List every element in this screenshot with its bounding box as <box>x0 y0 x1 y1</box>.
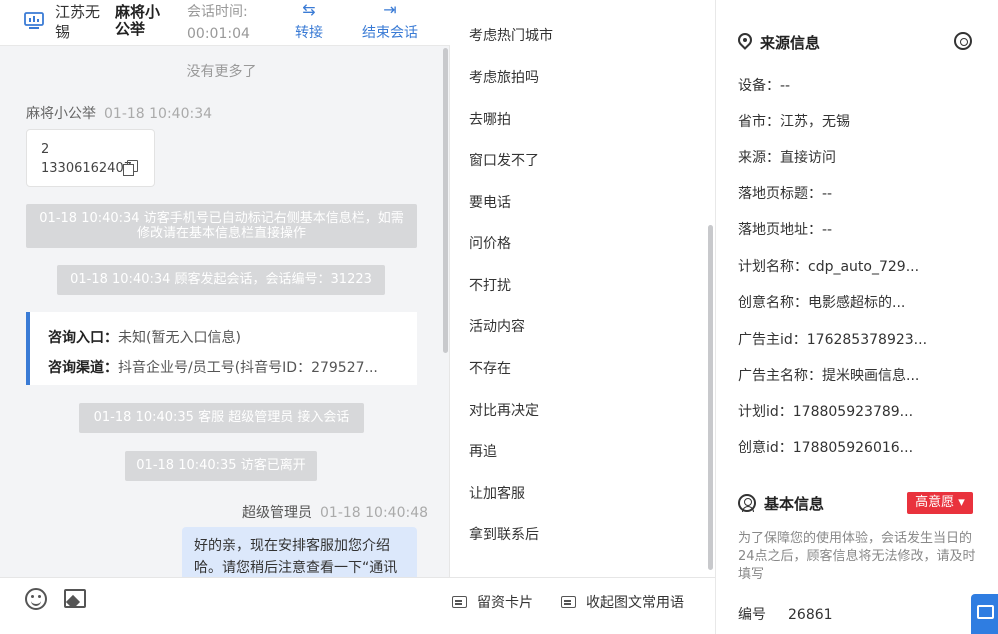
source-field: 计划名称：cdp_auto_729... <box>738 259 920 275</box>
source-field: 省市：江苏，无锡 <box>738 114 850 130</box>
quick-reply-item[interactable]: 活动内容 <box>469 316 525 336</box>
consult-channel-value: 抖音企业号/员工号(抖音号ID：279527... <box>118 360 378 376</box>
customer-info-panel: 来源信息 设备：-- 省市：江苏，无锡 来源：直接访问 落地页标题：-- 落地页… <box>715 0 998 634</box>
visitor-city: 江苏无锡 <box>55 3 101 41</box>
message-list[interactable]: 没有更多了 麻将小公举 01-18 10:40:34 2 13306162407 … <box>0 46 450 577</box>
agent-message-header: 超级管理员 01-18 10:40:48 <box>242 502 428 522</box>
input-toolbar: 留资卡片 收起图文常用语 <box>0 577 715 634</box>
customer-id-label: 编号 <box>738 607 766 623</box>
source-field: 设备：-- <box>738 78 791 94</box>
system-notice: 01-18 10:40:35 客服 超级管理员 接入会话 <box>79 403 364 433</box>
card-icon <box>452 596 467 608</box>
visitor-message-bubble: 2 13306162407 <box>26 129 155 187</box>
source-field: 来源：直接访问 <box>738 150 836 166</box>
customer-id-value: 26861 <box>788 607 833 623</box>
quick-reply-item[interactable]: 不打扰 <box>469 275 511 295</box>
floating-chat-button[interactable] <box>971 594 998 634</box>
basic-info-title-text: 基本信息 <box>764 495 825 513</box>
quick-reply-item[interactable]: 考虑旅拍吗 <box>469 67 539 87</box>
exit-icon: ⇥ <box>383 0 397 19</box>
chat-header: 江苏无锡 麻将小公举 会话时间: 00:01:04 ⇆ 转接 ⇥ 结束会话 <box>0 0 450 46</box>
system-notice: 01-18 10:40:34 顾客发起会话，会话编号：31223 <box>57 265 385 295</box>
basic-info-title: 基本信息 <box>738 493 824 514</box>
session-time-value: 00:01:04 <box>187 26 250 42</box>
message-line: 2 <box>41 142 50 157</box>
source-info-title-text: 来源信息 <box>760 34 821 52</box>
end-session-button[interactable]: ⇥ 结束会话 <box>358 0 422 44</box>
quick-reply-item[interactable]: 不存在 <box>469 358 511 378</box>
quick-reply-item[interactable]: 考虑热门城市 <box>469 25 553 45</box>
source-field: 广告主id：176285378923... <box>738 332 928 348</box>
system-notice: 01-18 10:40:34 访客手机号已自动标记右侧基本信息栏，如需修改请在基… <box>26 204 417 248</box>
consult-entry-label: 咨询入口： <box>48 330 118 346</box>
quick-reply-panel: 考虑热门城市 考虑旅拍吗 去哪拍 窗口发不了 要电话 问价格 不打扰 活动内容 … <box>451 0 715 577</box>
caret-down-icon: ▾ <box>954 495 965 510</box>
collapse-phrases-label: 收起图文常用语 <box>586 595 684 611</box>
system-notice: 01-18 10:40:35 访客已离开 <box>125 451 317 481</box>
quick-reply-item[interactable]: 让加客服 <box>469 483 525 503</box>
intent-badge-label: 高意愿 <box>915 495 955 510</box>
emoji-icon[interactable] <box>25 588 47 610</box>
consult-channel-row: 咨询渠道：抖音企业号/员工号(抖音号ID：279527... <box>48 353 417 383</box>
source-field: 落地页标题：-- <box>738 186 833 202</box>
quick-reply-item[interactable]: 窗口发不了 <box>469 150 539 170</box>
quick-reply-item[interactable]: 对比再决定 <box>469 400 539 420</box>
consult-info-card: 咨询入口：未知(暂无入口信息) 咨询渠道：抖音企业号/员工号(抖音号ID：279… <box>26 312 417 385</box>
chat-panel: 江苏无锡 麻将小公举 会话时间: 00:01:04 ⇆ 转接 ⇥ 结束会话 没有… <box>0 0 450 634</box>
quick-reply-scrollbar[interactable] <box>708 225 713 570</box>
visitor-message-time: 01-18 10:40:34 <box>104 106 213 122</box>
end-session-label: 结束会话 <box>362 25 418 41</box>
quick-reply-item[interactable]: 问价格 <box>469 233 511 253</box>
source-field: 广告主名称：提米映画信息... <box>738 368 920 384</box>
session-time-label: 会话时间: <box>187 4 248 20</box>
transfer-icon: ⇆ <box>302 0 316 19</box>
quick-reply-item[interactable]: 再追 <box>469 441 497 461</box>
source-field: 计划id：178805923789... <box>738 404 914 420</box>
quick-reply-item[interactable]: 要电话 <box>469 192 511 212</box>
consult-channel-label: 咨询渠道： <box>48 360 118 376</box>
transfer-label: 转接 <box>295 25 323 41</box>
target-icon[interactable] <box>954 32 972 50</box>
visitor-message-header: 麻将小公举 01-18 10:40:34 <box>26 103 212 123</box>
edit-tip: 为了保障您的使用体验，会话发生当日的24点之后，顾客信息将无法修改，请及时填写 <box>738 531 976 582</box>
consult-entry-row: 咨询入口：未知(暂无入口信息) <box>48 323 417 353</box>
message-icon <box>561 596 576 608</box>
source-field: 创意名称：电影感超标的... <box>738 295 906 311</box>
lead-card-button[interactable]: 留资卡片 <box>452 592 533 612</box>
no-more-text: 没有更多了 <box>186 64 257 80</box>
user-icon <box>738 494 756 512</box>
copy-icon[interactable] <box>123 160 138 176</box>
visitor-name: 麻将小公举 <box>115 3 161 38</box>
intent-badge-dropdown[interactable]: 高意愿 ▾ <box>907 492 973 514</box>
agent-message-bubble: 好的亲，现在安排客服加您介绍哈。请您稍后注意查看一下“通讯 <box>182 527 417 577</box>
source-field: 创意id：178805926016... <box>738 440 914 456</box>
customer-id-row: 编号 26861 <box>738 604 833 624</box>
lead-card-label: 留资卡片 <box>477 595 533 611</box>
image-icon[interactable] <box>64 589 86 608</box>
monitor-icon <box>24 12 44 29</box>
chat-scrollbar[interactable] <box>443 48 448 353</box>
quick-reply-item[interactable]: 去哪拍 <box>469 109 511 129</box>
collapse-phrases-button[interactable]: 收起图文常用语 <box>561 592 684 612</box>
agent-sender-name: 超级管理员 <box>242 505 312 521</box>
source-field: 落地页地址：-- <box>738 222 833 238</box>
source-info-title: 来源信息 <box>738 32 820 53</box>
consult-entry-value: 未知(暂无入口信息) <box>118 330 241 346</box>
location-pin-icon <box>738 33 752 51</box>
transfer-button[interactable]: ⇆ 转接 <box>291 0 327 44</box>
quick-reply-item[interactable]: 拿到联系后 <box>469 524 539 544</box>
agent-message-time: 01-18 10:40:48 <box>320 505 429 521</box>
visitor-sender-name: 麻将小公举 <box>26 106 96 122</box>
